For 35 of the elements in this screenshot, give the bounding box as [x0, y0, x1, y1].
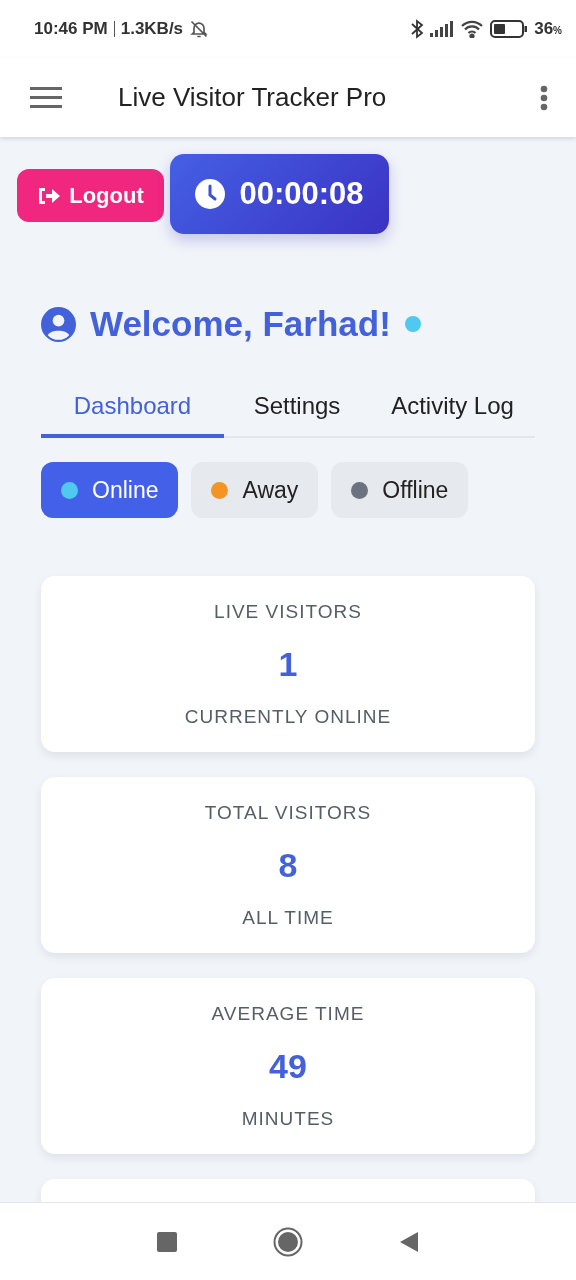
clock-time: 10:46 PM: [34, 19, 108, 39]
stat-value: 49: [269, 1046, 307, 1086]
network-speed: 1.3KB/s: [120, 19, 184, 39]
session-timer: 00:00:08: [239, 176, 364, 212]
signal-icon: [430, 21, 455, 37]
back-icon[interactable]: [399, 1230, 419, 1253]
stat-title: TOTAL VISITORS: [204, 801, 372, 824]
status-option[interactable]: Away: [191, 462, 319, 518]
stat-caption: ALL TIME: [242, 906, 334, 929]
stat-value: 1: [278, 644, 298, 684]
wifi-icon: [460, 20, 485, 38]
more-options-icon[interactable]: [540, 84, 548, 111]
app-title: Live Visitor Tracker Pro: [118, 82, 388, 113]
home-icon[interactable]: [273, 1226, 303, 1257]
battery-icon: [490, 20, 529, 38]
tab[interactable]: Dashboard: [41, 382, 224, 438]
stat-value: 8: [278, 845, 298, 885]
stat-title: AVERAGE TIME: [211, 1002, 365, 1025]
menu-icon[interactable]: [30, 86, 62, 109]
tab[interactable]: Settings: [224, 382, 370, 438]
status-option[interactable]: Offline: [331, 462, 469, 518]
user-icon: [41, 306, 76, 342]
stat-caption: CURRENTLY ONLINE: [184, 705, 392, 728]
clock-icon: [195, 179, 226, 209]
stat-title: LIVE VISITORS: [214, 600, 362, 623]
welcome-heading: Welcome, Farhad!: [90, 304, 391, 344]
muted-bell-icon: [189, 19, 210, 39]
stat-caption: MINUTES: [241, 1107, 335, 1130]
battery-level: 36%: [534, 19, 562, 39]
status-option[interactable]: Online: [41, 462, 179, 518]
recents-icon[interactable]: [157, 1231, 177, 1252]
logout-button[interactable]: Logout: [17, 169, 164, 222]
logout-icon: [37, 185, 62, 206]
tab[interactable]: Activity Log: [370, 382, 535, 438]
bluetooth-icon: [410, 19, 425, 39]
